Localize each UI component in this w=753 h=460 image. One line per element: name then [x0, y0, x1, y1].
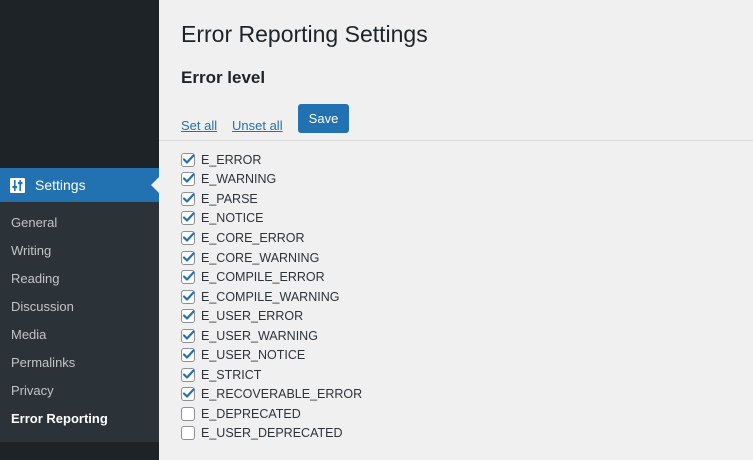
error-level-checkbox[interactable] — [181, 152, 195, 167]
sidebar-item-discussion[interactable]: Discussion — [0, 293, 159, 321]
error-level-checkbox[interactable] — [181, 348, 195, 363]
error-level-label[interactable]: E_DEPRECATED — [201, 407, 301, 421]
set-all-link[interactable]: Set all — [181, 118, 217, 133]
error-level-label[interactable]: E_COMPILE_ERROR — [201, 270, 325, 284]
error-level-row: E_CORE_ERROR — [181, 228, 362, 248]
error-level-label[interactable]: E_PARSE — [201, 192, 258, 206]
sidebar-item-reading[interactable]: Reading — [0, 265, 159, 293]
checkmark-icon — [182, 251, 195, 262]
error-level-row: E_USER_DEPRECATED — [181, 424, 362, 444]
error-level-checkbox[interactable] — [181, 309, 195, 324]
section-title-error-level: Error level — [181, 68, 266, 87]
error-level-checkbox[interactable] — [181, 328, 195, 343]
error-level-label[interactable]: E_NOTICE — [201, 211, 264, 225]
sidebar-item-error-reporting[interactable]: Error Reporting — [0, 405, 159, 433]
error-level-row: E_DEPRECATED — [181, 404, 362, 424]
error-level-label[interactable]: E_COMPILE_WARNING — [201, 290, 339, 304]
sidebar-item-media[interactable]: Media — [0, 321, 159, 349]
checkmark-icon — [182, 193, 195, 203]
error-level-label[interactable]: E_USER_NOTICE — [201, 348, 305, 362]
error-level-label[interactable]: E_WARNING — [201, 172, 276, 186]
current-menu-arrow — [151, 177, 159, 193]
error-level-row: E_PARSE — [181, 189, 362, 209]
checkmark-icon — [182, 349, 195, 359]
checkmark-icon — [182, 173, 195, 183]
sidebar-item-privacy[interactable]: Privacy — [0, 377, 159, 405]
error-level-checkbox[interactable] — [181, 270, 195, 285]
error-level-row: E_USER_NOTICE — [181, 345, 362, 365]
error-level-label[interactable]: E_CORE_ERROR — [201, 231, 305, 245]
error-level-row: E_STRICT — [181, 365, 362, 385]
unset-all-link[interactable]: Unset all — [232, 118, 283, 133]
error-level-row: E_COMPILE_WARNING — [181, 287, 362, 307]
checkmark-icon — [182, 154, 195, 164]
sidebar-item-writing[interactable]: Writing — [0, 237, 159, 265]
checkmark-icon — [182, 232, 195, 242]
error-level-row: E_COMPILE_ERROR — [181, 267, 362, 287]
error-level-checkbox[interactable] — [181, 211, 195, 226]
sidebar-item-general[interactable]: General — [0, 209, 159, 237]
error-level-checkbox[interactable] — [181, 191, 195, 206]
error-level-checkbox[interactable] — [181, 426, 195, 441]
error-level-checkbox[interactable] — [181, 230, 195, 245]
error-level-label[interactable]: E_CORE_WARNING — [201, 251, 319, 265]
error-level-label[interactable]: E_USER_DEPRECATED — [201, 426, 342, 440]
error-level-label[interactable]: E_USER_WARNING — [201, 329, 318, 343]
error-level-row: E_WARNING — [181, 170, 362, 190]
error-level-checkbox[interactable] — [181, 387, 195, 402]
error-level-list: E_ERROR E_WARNING E_PARSE E_NOTICE E_CORE_ER… — [181, 150, 362, 443]
error-level-checkbox[interactable] — [181, 406, 195, 421]
error-level-label[interactable]: E_USER_ERROR — [201, 309, 303, 323]
sidebar-item-settings[interactable]: Settings — [0, 168, 159, 202]
checkmark-icon — [182, 290, 195, 301]
error-level-row: E_ERROR — [181, 150, 362, 170]
error-level-checkbox[interactable] — [181, 250, 195, 265]
settings-sliders-icon — [10, 177, 25, 193]
error-level-row: E_RECOVERABLE_ERROR — [181, 385, 362, 405]
admin-sidebar: Settings General Writing Reading Discussion… — [0, 0, 159, 460]
error-level-label[interactable]: E_STRICT — [201, 368, 261, 382]
error-level-checkbox[interactable] — [181, 289, 195, 304]
error-level-label[interactable]: E_RECOVERABLE_ERROR — [201, 387, 362, 401]
checkmark-icon — [182, 310, 195, 320]
checkmark-icon — [182, 369, 195, 379]
sidebar-item-permalinks[interactable]: Permalinks — [0, 349, 159, 377]
error-level-row: E_CORE_WARNING — [181, 248, 362, 268]
page-title: Error Reporting Settings — [181, 21, 428, 47]
toolbar-divider — [159, 140, 753, 141]
error-level-label[interactable]: E_ERROR — [201, 153, 261, 167]
save-button[interactable]: Save — [298, 104, 349, 133]
checkmark-icon — [182, 271, 195, 281]
error-level-checkbox[interactable] — [181, 367, 195, 382]
error-level-row: E_NOTICE — [181, 209, 362, 229]
checkmark-icon — [182, 212, 195, 223]
error-level-checkbox[interactable] — [181, 172, 195, 187]
checkmark-icon — [182, 330, 195, 340]
error-level-row: E_USER_ERROR — [181, 306, 362, 326]
checkmark-icon — [182, 388, 195, 398]
error-level-row: E_USER_WARNING — [181, 326, 362, 346]
sidebar-settings-label: Settings — [35, 177, 86, 193]
settings-submenu: General Writing Reading Discussion Media Perm… — [0, 202, 159, 442]
